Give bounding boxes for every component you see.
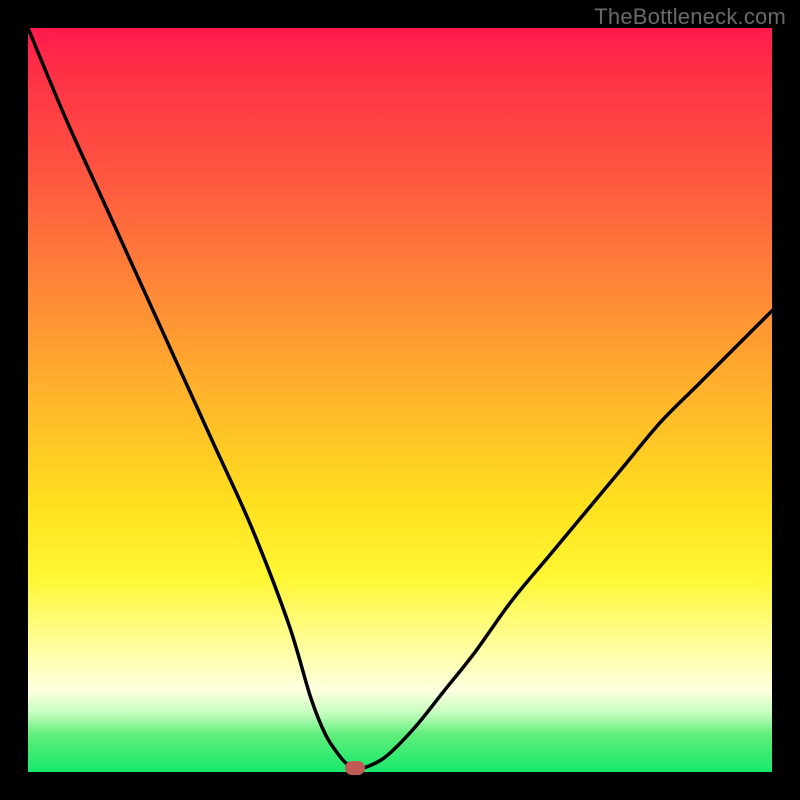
optimum-marker	[345, 761, 365, 775]
chart-frame: TheBottleneck.com	[0, 0, 800, 800]
watermark-text: TheBottleneck.com	[594, 4, 786, 30]
bottleneck-curve	[28, 28, 772, 772]
plot-area	[28, 28, 772, 772]
